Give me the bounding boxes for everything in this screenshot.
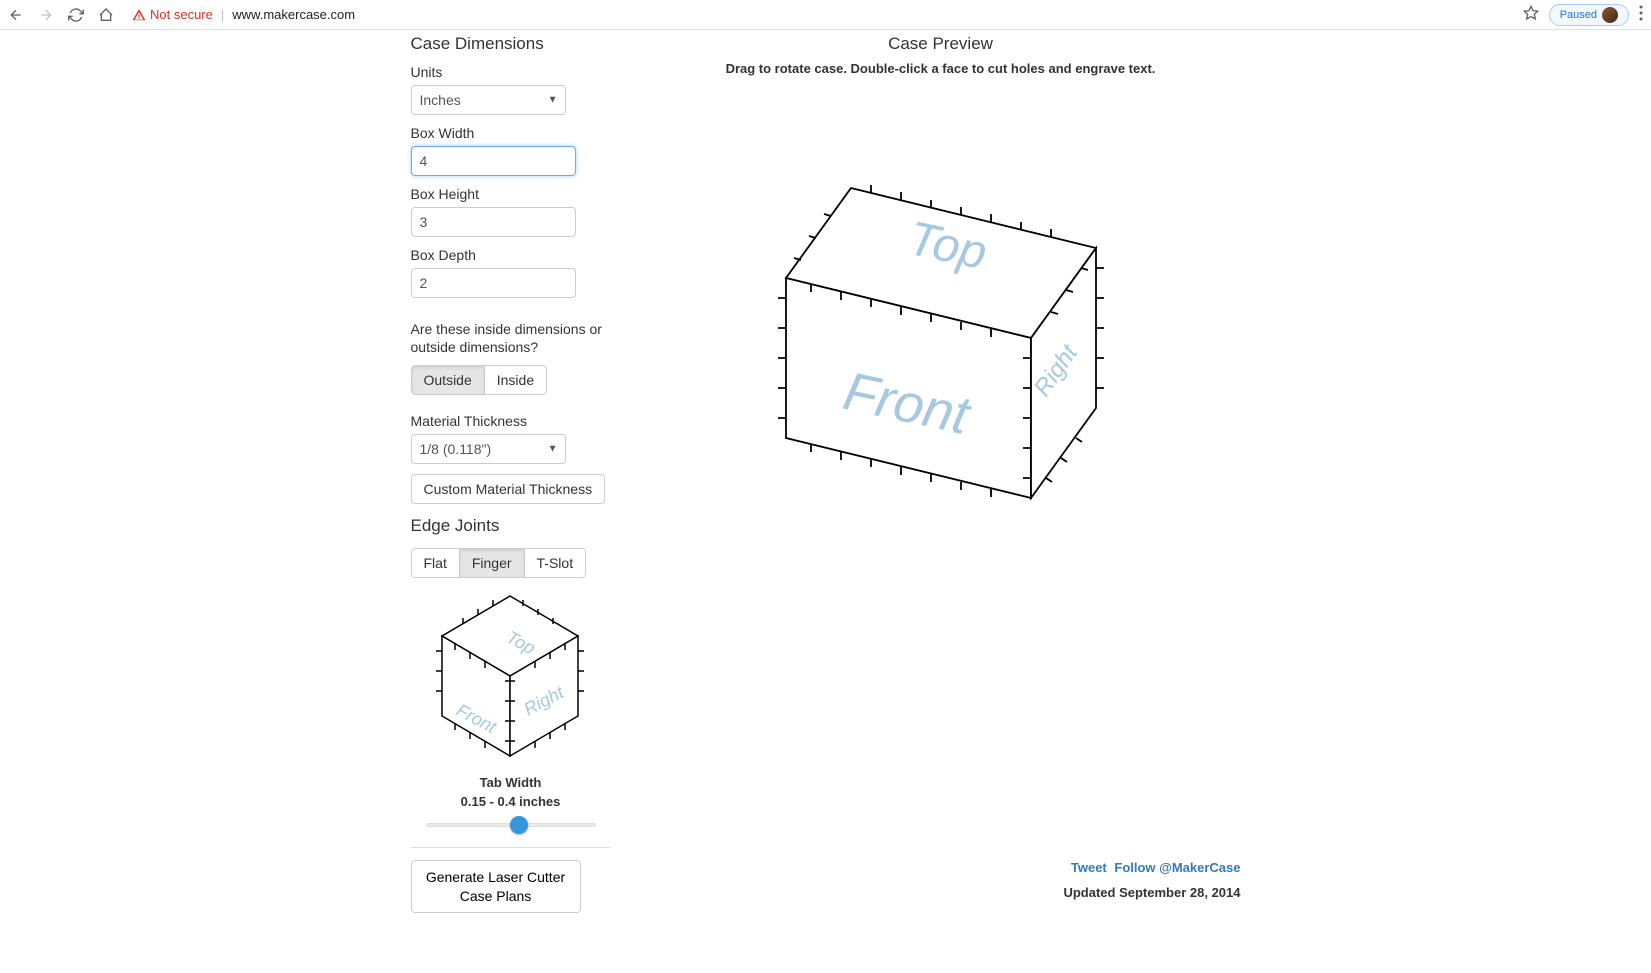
case-dimensions-title: Case Dimensions (411, 34, 611, 54)
address-bar[interactable]: Not secure | www.makercase.com (122, 1, 1515, 29)
not-secure-label: Not secure (150, 7, 213, 22)
tab-width-slider[interactable] (426, 815, 596, 835)
box-width-label: Box Width (411, 125, 611, 141)
follow-link[interactable]: Follow @MakerCase (1114, 860, 1240, 875)
avatar-icon (1602, 7, 1618, 23)
home-icon[interactable] (98, 7, 114, 23)
flat-button[interactable]: Flat (411, 548, 460, 578)
security-warning-icon: Not secure (132, 7, 213, 22)
box-width-input[interactable] (411, 146, 576, 176)
footer: Generate Laser Cutter Case Plans Tweet F… (411, 860, 1241, 912)
profile-paused-pill[interactable]: Paused (1549, 4, 1629, 26)
finger-button[interactable]: Finger (460, 548, 525, 578)
url-separator: | (221, 7, 224, 22)
separator (411, 847, 611, 848)
edge-joints-title: Edge Joints (411, 516, 611, 536)
box-depth-label: Box Depth (411, 247, 611, 263)
paused-label: Paused (1560, 9, 1597, 21)
edge-joints-toggle: Flat Finger T-Slot (411, 548, 587, 578)
box-height-label: Box Height (411, 186, 611, 202)
generate-plans-button[interactable]: Generate Laser Cutter Case Plans (411, 860, 581, 912)
bookmark-star-icon[interactable] (1523, 5, 1539, 24)
twitter-links: Tweet Follow @MakerCase (1063, 860, 1240, 875)
browser-toolbar: Not secure | www.makercase.com Paused (0, 0, 1651, 30)
updated-label: Updated September 28, 2014 (1063, 885, 1240, 900)
units-label: Units (411, 64, 611, 80)
case-preview-title: Case Preview (641, 34, 1241, 54)
inside-outside-label: Are these inside dimensions or outside d… (411, 320, 611, 356)
menu-dots-icon[interactable] (1639, 5, 1643, 24)
box-height-input[interactable] (411, 207, 576, 237)
outside-button[interactable]: Outside (411, 365, 485, 395)
tab-width-label: Tab Width (480, 775, 542, 790)
inside-button[interactable]: Inside (485, 365, 547, 395)
inside-outside-toggle: Outside Inside (411, 365, 548, 395)
url-text: www.makercase.com (232, 7, 355, 22)
units-select[interactable]: Inches (411, 85, 566, 115)
box-depth-input[interactable] (411, 268, 576, 298)
tweet-link[interactable]: Tweet (1071, 860, 1107, 875)
controls-panel: Case Dimensions Units Inches ▼ Box Width… (411, 34, 611, 856)
case-preview-hint: Drag to rotate case. Double-click a face… (681, 60, 1201, 78)
thickness-select[interactable]: 1/8 (0.118") (411, 434, 566, 464)
joint-preview: Top Front Right Tab Width 0.15 - 0.4 inc… (411, 586, 611, 835)
back-icon[interactable] (8, 7, 24, 23)
tslot-button[interactable]: T-Slot (525, 548, 587, 578)
tab-width-range: 0.15 - 0.4 inches (461, 794, 561, 809)
preview-panel: Case Preview Drag to rotate case. Double… (641, 34, 1241, 856)
custom-thickness-button[interactable]: Custom Material Thickness (411, 474, 606, 504)
thickness-label: Material Thickness (411, 413, 611, 429)
forward-icon[interactable] (38, 7, 54, 23)
case-preview-canvas[interactable]: Top Front Right (641, 88, 1241, 608)
joint-preview-cube: Top Front Right (423, 586, 598, 771)
reload-icon[interactable] (68, 7, 84, 23)
